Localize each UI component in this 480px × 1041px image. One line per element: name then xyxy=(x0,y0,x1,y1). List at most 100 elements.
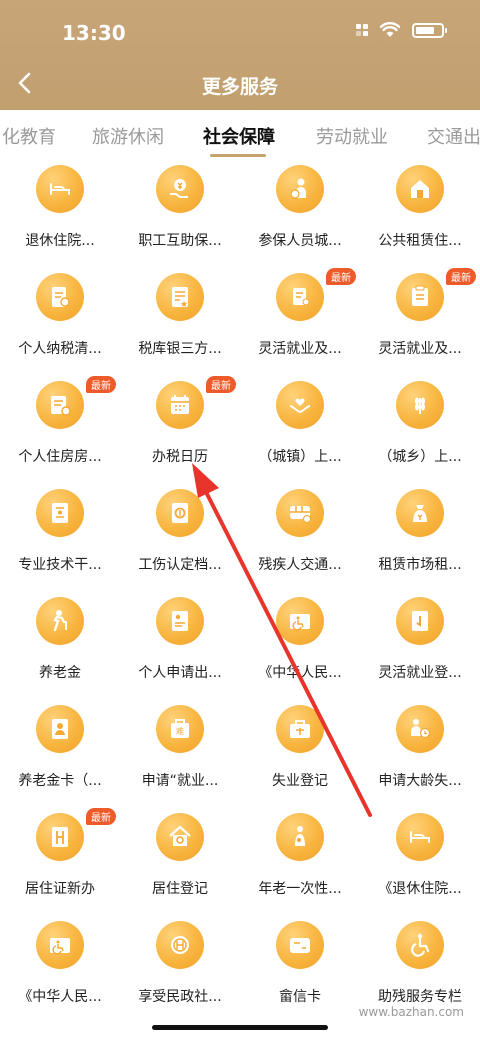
service-item[interactable]: 职工互助保... xyxy=(120,160,240,268)
service-item[interactable]: 《中华人民... xyxy=(240,592,360,700)
service-item[interactable]: 养老金卡（... xyxy=(0,700,120,808)
new-badge: 最新 xyxy=(86,376,116,393)
service-label: 申请“就业... xyxy=(141,773,219,789)
service-label: 专业技术干... xyxy=(18,557,102,573)
service-label: 《中华人民... xyxy=(18,989,102,1005)
new-badge: 最新 xyxy=(326,268,356,285)
battery-icon xyxy=(412,22,447,38)
app-header: 13:30 更多服务 xyxy=(0,0,480,110)
elderly-icon xyxy=(36,597,84,645)
service-item[interactable]: 年老一次性... xyxy=(240,808,360,916)
service-label: 畲信卡 xyxy=(279,989,321,1005)
service-label: 居住证新办 xyxy=(25,881,95,897)
register-doc-icon xyxy=(396,597,444,645)
service-item[interactable]: 享受民政社... xyxy=(120,916,240,1024)
service-label: 个人纳税清... xyxy=(18,341,102,357)
money-hand-icon xyxy=(156,165,204,213)
service-label: 职工互助保... xyxy=(138,233,222,249)
service-item[interactable]: 失业登记 xyxy=(240,700,360,808)
disability-card-icon xyxy=(36,921,84,969)
service-item[interactable]: 最新个人住房房... xyxy=(0,376,120,484)
service-label: 办税日历 xyxy=(152,449,208,465)
service-label: 工伤认定档... xyxy=(138,557,222,573)
money-bag-icon xyxy=(396,489,444,537)
tab-social-security[interactable]: 社会保障 xyxy=(203,123,275,149)
watermark: www.bazhan.com xyxy=(354,1004,468,1020)
service-label: 个人申请出... xyxy=(138,665,222,681)
wheat-icon xyxy=(396,381,444,429)
home-indicator xyxy=(152,1025,328,1030)
person-coin-icon xyxy=(276,165,324,213)
service-label: 助残服务专栏 xyxy=(378,989,462,1005)
service-label: 灵活就业及... xyxy=(258,341,342,357)
service-item[interactable]: 灵活就业登... xyxy=(360,592,480,700)
service-label: 《退休住院... xyxy=(378,881,462,897)
service-item[interactable]: 个人申请出... xyxy=(120,592,240,700)
service-item[interactable]: 退休住院... xyxy=(0,160,120,268)
service-item[interactable]: 最新居住证新办 xyxy=(0,808,120,916)
service-label: 租赁市场租... xyxy=(378,557,462,573)
service-label: 残疾人交通... xyxy=(258,557,342,573)
service-item[interactable]: 参保人员城... xyxy=(240,160,360,268)
hands-heart-icon xyxy=(276,381,324,429)
apply-doc-icon xyxy=(156,597,204,645)
service-label: 养老金 xyxy=(39,665,81,681)
service-item[interactable]: 畲信卡 xyxy=(240,916,360,1024)
service-item[interactable]: 《中华人民... xyxy=(0,916,120,1024)
service-label: 灵活就业及... xyxy=(378,341,462,357)
service-item[interactable]: 工伤认定档... xyxy=(120,484,240,592)
card-icon xyxy=(276,921,324,969)
service-label: 享受民政社... xyxy=(138,989,222,1005)
service-label: （城乡）上... xyxy=(378,449,462,465)
active-tab-indicator xyxy=(210,154,266,157)
tab-labor-employment[interactable]: 劳动就业 xyxy=(316,123,388,149)
certificate-icon xyxy=(36,489,84,537)
signal-icon xyxy=(356,24,368,36)
service-label: 居住登记 xyxy=(152,881,208,897)
service-label: 退休住院... xyxy=(25,233,95,249)
service-item[interactable]: 残疾人交通... xyxy=(240,484,360,592)
service-item[interactable]: 最新 办税日历 xyxy=(120,376,240,484)
tab-culture-education[interactable]: 化教育 xyxy=(2,123,56,149)
new-badge: 最新 xyxy=(446,268,476,285)
service-item[interactable]: 《退休住院... xyxy=(360,808,480,916)
service-item[interactable]: 专业技术干... xyxy=(0,484,120,592)
service-label: 申请大龄失... xyxy=(378,773,462,789)
bed-icon xyxy=(36,165,84,213)
service-item[interactable]: 申请大龄失... xyxy=(360,700,480,808)
disability-card-icon xyxy=(276,597,324,645)
service-item[interactable]: 居住登记 xyxy=(120,808,240,916)
page-title: 更多服务 xyxy=(201,76,278,98)
svg-text:难: 难 xyxy=(176,726,184,736)
service-label: 养老金卡（... xyxy=(18,773,102,789)
service-label: 失业登记 xyxy=(272,773,328,789)
service-item[interactable]: （城镇）上... xyxy=(240,376,360,484)
bus-icon xyxy=(276,489,324,537)
tax-doc-icon xyxy=(36,273,84,321)
service-label: 公共租赁住... xyxy=(378,233,462,249)
service-item[interactable]: 租赁市场租... xyxy=(360,484,480,592)
calendar-icon xyxy=(156,381,204,429)
tab-travel-leisure[interactable]: 旅游休闲 xyxy=(92,123,164,149)
flex-job-icon xyxy=(276,273,324,321)
file-seal-icon xyxy=(156,489,204,537)
id-card-icon xyxy=(36,705,84,753)
service-item[interactable]: 养老金 xyxy=(0,592,120,700)
new-badge: 最新 xyxy=(86,808,116,825)
service-label: 灵活就业登... xyxy=(378,665,462,681)
service-label: 年老一次性... xyxy=(258,881,342,897)
wheelchair-icon xyxy=(396,921,444,969)
service-item[interactable]: 公共租赁住... xyxy=(360,160,480,268)
tab-transport[interactable]: 交通出 xyxy=(427,123,480,149)
elder-person-icon xyxy=(276,813,324,861)
home-register-icon xyxy=(156,813,204,861)
service-item[interactable]: （城乡）上... xyxy=(360,376,480,484)
service-item[interactable]: 最新灵活就业及... xyxy=(360,268,480,376)
service-item[interactable]: 税库银三方... xyxy=(120,268,240,376)
service-item[interactable]: 难申请“就业... xyxy=(120,700,240,808)
service-item[interactable]: 个人纳税清... xyxy=(0,268,120,376)
service-label: 个人住房房... xyxy=(18,449,102,465)
service-item[interactable]: 最新灵活就业及... xyxy=(240,268,360,376)
briefcase-icon xyxy=(276,705,324,753)
residence-doc-icon xyxy=(36,813,84,861)
